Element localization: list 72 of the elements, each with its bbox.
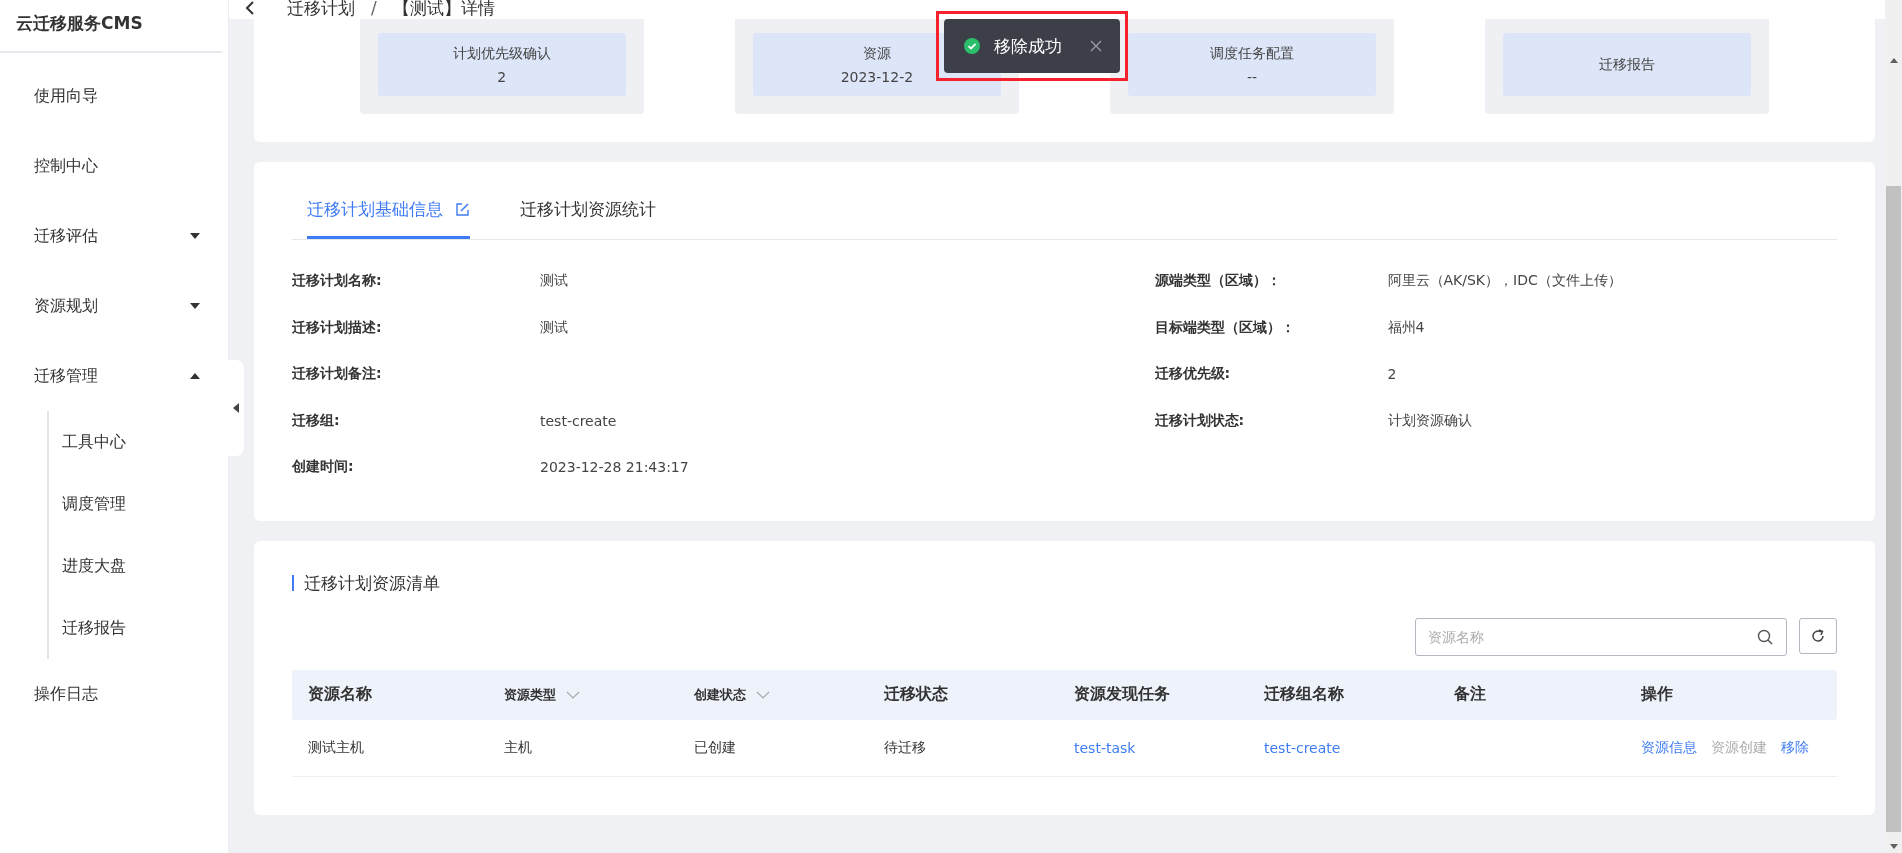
refresh-button[interactable] [1799, 617, 1837, 654]
menu-item[interactable]: 控制中心 [0, 131, 228, 201]
step-box[interactable]: 计划优先级确认 2 [377, 33, 626, 96]
step-box[interactable]: 迁移报告 [1503, 33, 1752, 96]
column-header: 迁移组名称 [1264, 684, 1344, 705]
submenu-item[interactable]: 迁移报告 [49, 597, 228, 659]
scrollbar[interactable] [1885, 0, 1902, 853]
field-label: 迁移计划状态: [1154, 411, 1246, 430]
column-header: 迁移状态 [884, 684, 948, 705]
step-value: 2 [497, 68, 507, 85]
action-link[interactable]: 资源信息 [1641, 738, 1697, 757]
field-value: 计划资源确认 [1387, 411, 1472, 430]
column-header: 操作 [1641, 684, 1673, 705]
field-value: 2 [1387, 366, 1397, 383]
chevron-down-icon[interactable] [566, 690, 580, 699]
column-header: 资源类型 [504, 685, 556, 704]
field-label: 迁移计划备注: [292, 365, 383, 384]
tab[interactable]: 迁移计划资源统计 [520, 182, 656, 239]
field-value: 阿里云（AK/SK），IDC（文件上传） [1387, 272, 1622, 291]
field-label: 迁移优先级: [1154, 365, 1232, 384]
section-title: 迁移计划资源清单 [292, 574, 1837, 591]
tab[interactable]: 迁移计划基础信息 [307, 182, 470, 239]
step-label: 迁移报告 [1599, 55, 1656, 74]
close-icon[interactable] [1090, 40, 1102, 52]
back-icon[interactable] [245, 1, 257, 15]
table-cell: 测试主机 [308, 738, 364, 755]
menu-item[interactable]: 迁移评估 [0, 201, 228, 271]
menu-item[interactable]: 使用向导 [0, 61, 228, 131]
table-link[interactable]: test-create [1264, 739, 1341, 756]
step-label: 资源 [862, 44, 891, 63]
breadcrumb-item[interactable]: 迁移计划 [287, 0, 355, 20]
table-cell: 主机 [504, 738, 532, 755]
field-label: 迁移计划名称: [292, 272, 383, 291]
submenu-item[interactable]: 调度管理 [49, 473, 228, 535]
step-label: 调度任务配置 [1210, 44, 1295, 63]
column-header: 资源发现任务 [1074, 684, 1170, 705]
submenu-item[interactable]: 进度大盘 [49, 535, 228, 597]
column-header: 创建状态 [694, 685, 746, 704]
field-label: 迁移计划描述: [292, 318, 383, 337]
chevron-down-icon[interactable] [756, 690, 770, 699]
column-header: 资源名称 [308, 684, 372, 705]
step-value: 2023-12-2 [840, 68, 914, 85]
menu-item[interactable]: 操作日志 [0, 659, 228, 729]
table-link[interactable]: test-task [1074, 739, 1136, 756]
step-label: 计划优先级确认 [452, 44, 551, 63]
search-field[interactable]: 资源名称 [1415, 617, 1787, 656]
menu-item[interactable]: 迁移管理 [0, 341, 228, 411]
field-label: 目标端类型（区域）： [1154, 318, 1296, 337]
collapse-handle[interactable] [228, 360, 244, 456]
field-label: 源端类型（区域）： [1154, 272, 1282, 291]
field-value: 测试 [540, 272, 568, 291]
app-title: 云迁移服务CMS [0, 0, 222, 53]
refresh-icon [1810, 627, 1826, 644]
table-cell: 待迁移 [884, 738, 926, 755]
breadcrumb-item: / [371, 0, 377, 18]
breadcrumb-item: 【测试】详情 [392, 0, 495, 20]
field-label: 迁移组: [292, 411, 341, 430]
action-link[interactable]: 移除 [1781, 738, 1809, 757]
success-icon [964, 38, 980, 54]
submenu-item[interactable]: 工具中心 [49, 411, 228, 473]
field-value: 福州4 [1387, 318, 1425, 337]
field-value: 2023-12-28 21:43:17 [540, 459, 689, 476]
field-value: 测试 [540, 318, 568, 337]
step-value: -- [1247, 68, 1258, 85]
search-icon[interactable] [1757, 628, 1773, 645]
menu-item[interactable]: 资源规划 [0, 271, 228, 341]
table-cell: 已创建 [694, 738, 736, 755]
step-box[interactable]: 调度任务配置 -- [1128, 33, 1377, 96]
edit-icon[interactable] [455, 202, 470, 217]
field-label: 创建时间: [292, 458, 355, 477]
column-header: 备注 [1454, 684, 1486, 705]
field-value: test-create [540, 412, 617, 429]
